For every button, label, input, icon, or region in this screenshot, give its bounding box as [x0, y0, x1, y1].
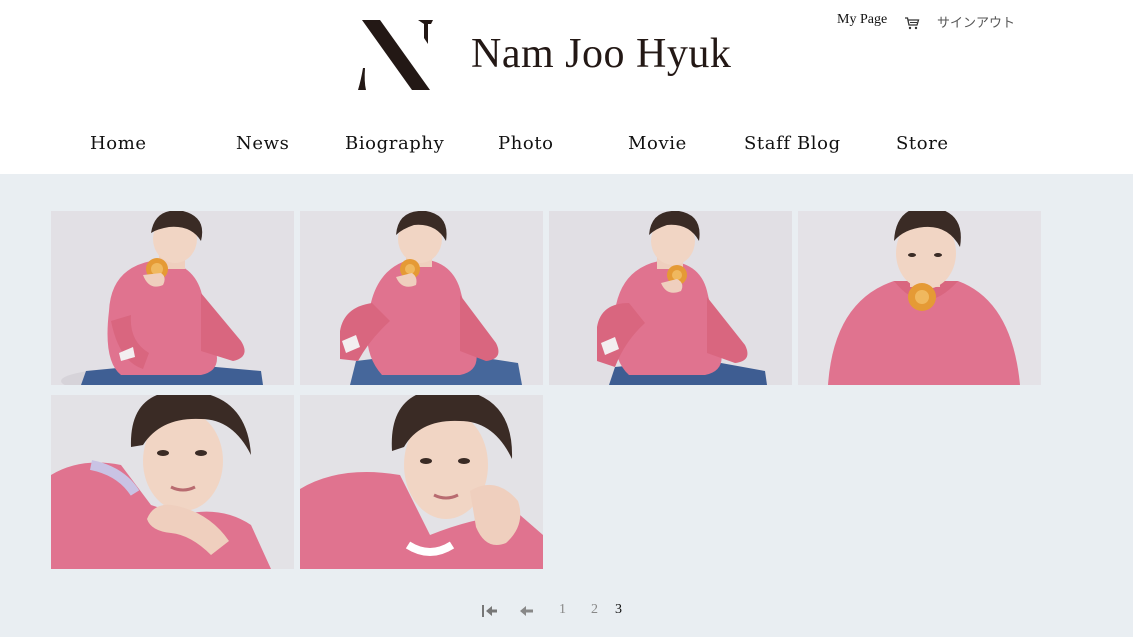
pagination: 1 2 3 [0, 602, 1133, 622]
nav-item-photo[interactable]: Photo [498, 133, 554, 154]
gallery-photo[interactable] [549, 211, 792, 385]
gallery-photo[interactable] [300, 211, 543, 385]
gallery-photo[interactable] [51, 395, 294, 569]
photo-gallery: 1 2 3 [0, 174, 1133, 637]
nav-item-movie[interactable]: Movie [628, 133, 687, 154]
nav-item-home[interactable]: Home [90, 133, 147, 154]
my-page-link[interactable]: My Page [837, 12, 887, 28]
photo-image [51, 395, 294, 569]
cart-icon[interactable] [904, 15, 920, 31]
nav-item-store[interactable]: Store [896, 133, 949, 154]
gallery-photo[interactable] [798, 211, 1041, 385]
previous-page-icon[interactable] [518, 604, 536, 618]
photo-image [798, 211, 1041, 385]
main-nav: Home News Biography Photo Movie Staff Bl… [0, 133, 1133, 159]
nav-item-news[interactable]: News [236, 133, 289, 154]
first-page-icon[interactable] [481, 604, 499, 618]
photo-image [300, 395, 543, 569]
photo-image [51, 211, 294, 385]
site-logo-text[interactable]: Nam Joo Hyuk [471, 30, 731, 78]
site-header: Nam Joo Hyuk My Page サインアウト Home News Bi… [0, 0, 1133, 174]
page-current-3: 3 [615, 602, 622, 617]
gallery-photo[interactable] [51, 211, 294, 385]
page-link-2[interactable]: 2 [591, 602, 598, 618]
nav-item-staff-blog[interactable]: Staff Blog [744, 133, 841, 154]
logo-mark-icon[interactable] [358, 18, 436, 92]
photo-image [549, 211, 792, 385]
gallery-photo[interactable] [300, 395, 543, 569]
sign-out-link[interactable]: サインアウト [937, 12, 1015, 31]
page-link-1[interactable]: 1 [559, 602, 566, 618]
nav-item-biography[interactable]: Biography [345, 133, 444, 154]
photo-image [300, 211, 543, 385]
